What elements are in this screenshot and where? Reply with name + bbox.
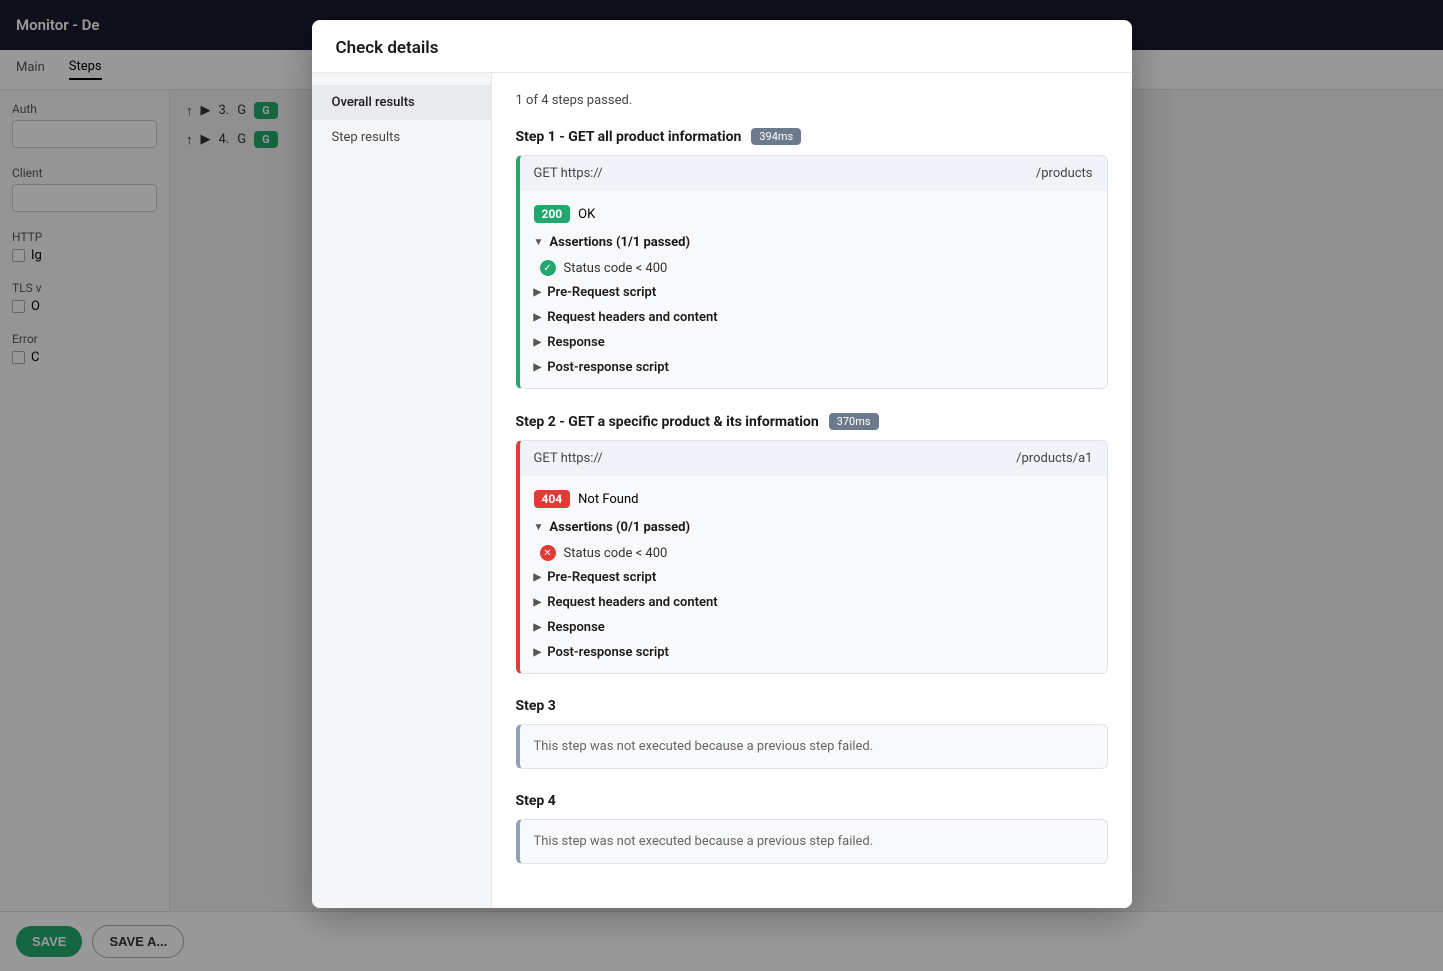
step-2-assertion-0-icon: ✕: [540, 545, 556, 561]
step-3-title: Step 3: [516, 698, 556, 714]
step-2-status-text: Not Found: [578, 492, 638, 507]
modal-overlay: Check details Overall results Step resul…: [0, 0, 1443, 971]
step-2-assertion-0: ✕ Status code < 400: [520, 541, 1107, 565]
step-1-req-headers-label: Request headers and content: [547, 310, 717, 325]
step-1-pre-request[interactable]: ▶ Pre-Request script: [520, 280, 1107, 305]
sidebar-item-step-results[interactable]: Step results: [312, 120, 491, 155]
overall-summary: 1 of 4 steps passed.: [516, 93, 1108, 108]
modal-main-content: 1 of 4 steps passed. Step 1 - GET all pr…: [492, 73, 1132, 908]
step-2-response-label: Response: [547, 620, 605, 635]
step-3-skipped-card: This step was not executed because a pre…: [516, 724, 1108, 769]
step-3-block: Step 3 This step was not executed becaus…: [516, 698, 1108, 769]
step-1-pre-request-label: Pre-Request script: [547, 285, 656, 300]
step-2-pre-request-label: Pre-Request script: [547, 570, 656, 585]
step-1-assertion-0-icon: ✓: [540, 260, 556, 276]
step-1-status-row: 200 OK: [520, 199, 1107, 229]
step-2-status-code: 404: [534, 490, 571, 508]
step-2-assertions-header[interactable]: ▼ Assertions (0/1 passed): [520, 514, 1107, 541]
step-2-title: Step 2 - GET a specific product & its in…: [516, 414, 819, 430]
step-2-chevron-down: ▼: [534, 522, 544, 533]
step-2-url-prefix: GET https://: [534, 451, 603, 466]
modal-body: Overall results Step results 1 of 4 step…: [312, 73, 1132, 908]
step-1-request-headers[interactable]: ▶ Request headers and content: [520, 305, 1107, 330]
step-1-title-row: Step 1 - GET all product information 394…: [516, 128, 1108, 145]
step-1-response[interactable]: ▶ Response: [520, 330, 1107, 355]
step-1-block: Step 1 - GET all product information 394…: [516, 128, 1108, 389]
step-1-url-suffix: /products: [1036, 166, 1093, 181]
step-2-post-response[interactable]: ▶ Post-response script: [520, 640, 1107, 665]
step-4-title-row: Step 4: [516, 793, 1108, 809]
step-3-skipped-message: This step was not executed because a pre…: [534, 739, 874, 754]
step-1-response-label: Response: [547, 335, 605, 350]
step-1-assertion-0: ✓ Status code < 400: [520, 256, 1107, 280]
step-1-pre-request-chevron: ▶: [534, 287, 542, 298]
step-1-post-response[interactable]: ▶ Post-response script: [520, 355, 1107, 380]
step-2-request-card: GET https:// /products/a1 404 Not Found …: [516, 440, 1108, 674]
step-3-title-row: Step 3: [516, 698, 1108, 714]
step-1-status-code: 200: [534, 205, 571, 223]
step-1-response-chevron: ▶: [534, 337, 542, 348]
sidebar-item-overall-results[interactable]: Overall results: [312, 85, 491, 120]
step-2-assertion-0-text: Status code < 400: [564, 546, 668, 561]
step-1-title: Step 1 - GET all product information: [516, 129, 742, 145]
step-2-pre-request[interactable]: ▶ Pre-Request script: [520, 565, 1107, 590]
modal-sidebar: Overall results Step results: [312, 73, 492, 908]
step-2-card-body: 404 Not Found ▼ Assertions (0/1 passed) …: [520, 476, 1107, 673]
step-4-block: Step 4 This step was not executed becaus…: [516, 793, 1108, 864]
step-1-badge: 394ms: [751, 128, 801, 145]
step-2-req-headers-chevron: ▶: [534, 597, 542, 608]
step-4-skipped-message: This step was not executed because a pre…: [534, 834, 874, 849]
step-2-request-headers[interactable]: ▶ Request headers and content: [520, 590, 1107, 615]
step-1-url-prefix: GET https://: [534, 166, 603, 181]
step-4-title: Step 4: [516, 793, 556, 809]
step-1-request-card: GET https:// /products 200 OK ▼ Asse: [516, 155, 1108, 389]
step-1-post-response-label: Post-response script: [547, 360, 669, 375]
step-2-request-header: GET https:// /products/a1: [520, 441, 1107, 476]
step-1-assertions-label: Assertions (1/1 passed): [549, 235, 690, 250]
step-1-request-header: GET https:// /products: [520, 156, 1107, 191]
step-1-assertions-header[interactable]: ▼ Assertions (1/1 passed): [520, 229, 1107, 256]
step-2-post-response-label: Post-response script: [547, 645, 669, 660]
step-2-badge: 370ms: [829, 413, 879, 430]
modal-title: Check details: [312, 20, 1132, 73]
step-2-response-chevron: ▶: [534, 622, 542, 633]
step-1-assertion-0-text: Status code < 400: [564, 261, 668, 276]
step-2-url-suffix: /products/a1: [1016, 451, 1092, 466]
step-1-chevron-down: ▼: [534, 237, 544, 248]
step-1-req-headers-chevron: ▶: [534, 312, 542, 323]
step-2-title-row: Step 2 - GET a specific product & its in…: [516, 413, 1108, 430]
step-2-pre-request-chevron: ▶: [534, 572, 542, 583]
step-4-skipped-card: This step was not executed because a pre…: [516, 819, 1108, 864]
step-2-response[interactable]: ▶ Response: [520, 615, 1107, 640]
step-2-block: Step 2 - GET a specific product & its in…: [516, 413, 1108, 674]
step-1-card-body: 200 OK ▼ Assertions (1/1 passed) ✓ Statu…: [520, 191, 1107, 388]
step-1-status-text: OK: [578, 207, 595, 222]
step-1-post-response-chevron: ▶: [534, 362, 542, 373]
step-2-status-row: 404 Not Found: [520, 484, 1107, 514]
check-details-modal: Check details Overall results Step resul…: [312, 20, 1132, 908]
step-2-post-response-chevron: ▶: [534, 647, 542, 658]
step-2-assertions-label: Assertions (0/1 passed): [549, 520, 690, 535]
step-2-req-headers-label: Request headers and content: [547, 595, 717, 610]
